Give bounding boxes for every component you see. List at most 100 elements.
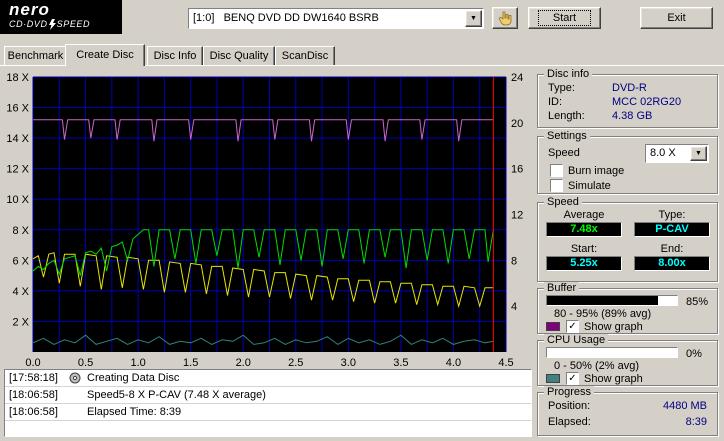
svg-text:1.5: 1.5: [183, 357, 198, 366]
log-timestamp: [17:58:18]: [9, 372, 58, 384]
svg-text:2.0: 2.0: [236, 357, 251, 366]
chevron-down-icon[interactable]: ▼: [690, 146, 707, 161]
speed-select-label: Speed: [548, 147, 580, 159]
svg-text:2.5: 2.5: [288, 357, 303, 366]
simulate-checkbox[interactable]: [550, 179, 563, 192]
log-iconcell: [69, 372, 87, 384]
tab-benchmark-label: Benchmark: [7, 50, 64, 62]
log-text: Elapsed Time: 8:39: [87, 406, 182, 418]
tab-disc-info-label: Disc Info: [153, 50, 197, 62]
average-value: 7.48x: [546, 222, 622, 237]
buffer-percent: 85%: [686, 296, 709, 308]
cpu-percent: 0%: [686, 348, 702, 360]
start-button[interactable]: Start: [528, 7, 601, 29]
log-text: Speed5-8 X P-CAV (7.48 X average): [87, 389, 266, 401]
settings-title: Settings: [544, 130, 590, 142]
eject-tray-button[interactable]: [492, 7, 518, 29]
elapsed-label: Elapsed:: [548, 416, 591, 428]
tab-benchmark[interactable]: Benchmark: [4, 46, 67, 65]
svg-text:18 X: 18 X: [6, 72, 29, 84]
type-label: Type:: [658, 209, 686, 221]
drive-select-value: [1:0] BENQ DVD DD DW1640 BSRB: [193, 12, 379, 24]
cpu-usage-title: CPU Usage: [544, 334, 609, 346]
buffer-range: 80 - 95% (89% avg): [554, 308, 652, 320]
end-speed-value: 8.00x: [634, 256, 710, 271]
svg-text:14 X: 14 X: [6, 133, 29, 145]
tab-disc-quality[interactable]: Disc Quality: [203, 46, 275, 65]
buffer-title: Buffer: [544, 282, 580, 294]
log-row: [17:58:18] Creating Data Disc: [5, 370, 531, 387]
log-timestamp: [18:06:58]: [9, 389, 58, 401]
product-left: CD·DVD: [9, 19, 48, 29]
tab-scandisc[interactable]: ScanDisc: [275, 46, 335, 65]
type-value: P-CAV: [634, 222, 710, 237]
settings-group: Settings Speed 8.0 X ▼ Burn image Simula…: [537, 130, 718, 194]
burn-image-checkbox[interactable]: [550, 164, 563, 177]
log-row: [18:06:58] Elapsed Time: 8:39: [5, 404, 531, 421]
svg-text:3.5: 3.5: [393, 357, 408, 366]
disc-length-value: 4.38 GB: [612, 110, 653, 122]
buffer-show-graph-label: Show graph: [584, 321, 643, 333]
svg-text:10 X: 10 X: [6, 194, 29, 206]
svg-text:0.5: 0.5: [78, 357, 93, 366]
drive-select[interactable]: [1:0] BENQ DVD DD DW1640 BSRB ▼: [188, 8, 484, 29]
product-right: SPEED: [56, 19, 91, 29]
svg-text:4.0: 4.0: [446, 357, 461, 366]
tab-disc-quality-label: Disc Quality: [209, 50, 269, 62]
cpu-show-graph-label: Show graph: [584, 373, 643, 385]
exit-button[interactable]: Exit: [640, 7, 713, 29]
position-value: 4480 MB: [662, 400, 707, 412]
position-label: Position:: [548, 400, 591, 412]
cpu-color-swatch: [546, 374, 560, 383]
svg-text:8: 8: [511, 255, 517, 267]
svg-text:3.0: 3.0: [341, 357, 356, 366]
log-row: [18:06:58] Speed5-8 X P-CAV (7.48 X aver…: [5, 387, 531, 404]
start-button-label: Start: [537, 10, 592, 26]
buffer-color-swatch: [546, 322, 560, 331]
speed-select-value: 8.0 X: [650, 147, 676, 159]
cpu-usage-group: CPU Usage 0% 0 - 50% (2% avg) ✓ Show gra…: [537, 334, 718, 386]
disc-type-label: Type:: [548, 82, 575, 94]
start-speed-value: 5.25x: [546, 256, 622, 271]
disc-type-value: DVD-R: [612, 82, 647, 94]
svg-text:12: 12: [511, 210, 523, 222]
svg-text:6 X: 6 X: [12, 255, 29, 267]
tab-create-disc-label: Create Disc: [76, 49, 134, 61]
disc-id-value: MCC 02RG20: [612, 96, 682, 108]
nero-brand-text: nero: [9, 0, 50, 19]
svg-text:12 X: 12 X: [6, 164, 29, 176]
exit-button-label: Exit: [667, 12, 686, 24]
buffer-show-graph-checkbox[interactable]: ✓: [566, 320, 579, 333]
disc-info-group: Disc info Type: DVD-R ID: MCC 02RG20 Len…: [537, 68, 718, 128]
cpu-range: 0 - 50% (2% avg): [554, 360, 639, 372]
progress-group: Progress Position: 4480 MB Elapsed: 8:39: [537, 386, 718, 436]
tab-create-disc[interactable]: Create Disc: [65, 44, 145, 66]
disc-info-title: Disc info: [544, 68, 593, 80]
tab-disc-info[interactable]: Disc Info: [147, 46, 203, 65]
speed-group: Speed Average Type: 7.48x P-CAV Start: E…: [537, 196, 718, 282]
buffer-group: Buffer 85% 80 - 95% (89% avg) ✓ Show gra…: [537, 282, 718, 334]
speed-select[interactable]: 8.0 X ▼: [645, 144, 709, 163]
hand-icon: [498, 11, 512, 26]
burn-image-label: Burn image: [568, 165, 625, 177]
disc-icon: [69, 372, 81, 384]
disc-length-label: Length:: [548, 110, 585, 122]
svg-text:16: 16: [511, 164, 523, 176]
log-timestamp: [18:06:58]: [9, 406, 58, 418]
nero-logo: nero CD·DVD SPEED: [0, 0, 122, 34]
status-log[interactable]: [17:58:18] Creating Data Disc [18:06:58]…: [4, 369, 532, 437]
lightning-icon: [48, 19, 56, 30]
elapsed-value: 8:39: [685, 416, 707, 428]
cpu-show-graph-checkbox[interactable]: ✓: [566, 372, 579, 385]
cpu-bar: [546, 347, 678, 358]
product-name-text: CD·DVD SPEED: [9, 19, 122, 30]
svg-text:4 X: 4 X: [12, 286, 29, 298]
start-speed-label: Start:: [570, 243, 598, 255]
log-text: Creating Data Disc: [87, 372, 180, 384]
svg-text:20: 20: [511, 118, 523, 130]
chevron-down-icon[interactable]: ▼: [465, 10, 482, 27]
svg-text:0.0: 0.0: [25, 357, 40, 366]
svg-text:16 X: 16 X: [6, 103, 29, 115]
disc-id-label: ID:: [548, 96, 563, 108]
end-speed-label: End:: [660, 243, 684, 255]
